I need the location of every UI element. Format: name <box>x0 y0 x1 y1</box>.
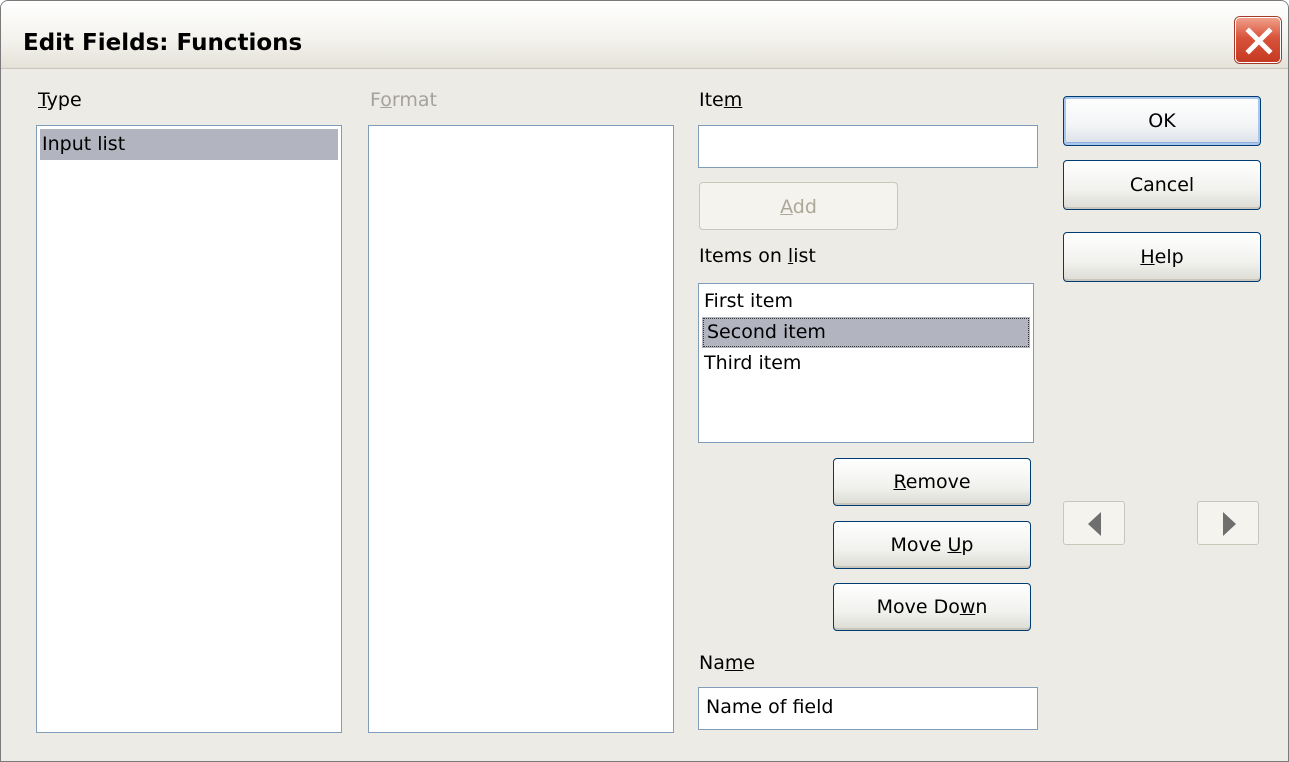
item-label: Item <box>699 89 743 111</box>
title-bar[interactable]: Edit Fields: Functions <box>1 1 1288 69</box>
close-button[interactable] <box>1235 17 1281 63</box>
format-listbox[interactable] <box>368 125 674 733</box>
arrow-right-icon <box>1223 512 1236 536</box>
list-item-third[interactable]: Third item <box>699 348 1033 379</box>
ok-button[interactable]: OK <box>1063 96 1261 146</box>
next-button[interactable] <box>1197 501 1259 545</box>
help-button[interactable]: Help <box>1063 232 1261 282</box>
type-label: Type <box>38 89 82 111</box>
format-label: Format <box>370 89 437 111</box>
list-item-second[interactable]: Second item <box>702 317 1030 348</box>
name-input[interactable]: Name of field <box>698 687 1038 730</box>
previous-button[interactable] <box>1063 501 1125 545</box>
items-on-list-listbox[interactable]: First item Second item Third item <box>698 283 1034 443</box>
name-label: Name <box>699 652 756 674</box>
type-list-item-input-list[interactable]: Input list <box>40 129 338 160</box>
move-up-button[interactable]: Move Up <box>833 521 1031 569</box>
item-input[interactable] <box>698 125 1038 168</box>
items-on-list-label: Items on list <box>699 245 816 267</box>
cancel-button[interactable]: Cancel <box>1063 160 1261 210</box>
type-listbox[interactable]: Input list <box>36 125 342 733</box>
arrow-left-icon <box>1088 512 1101 536</box>
list-item-first[interactable]: First item <box>699 286 1033 317</box>
dialog-title: Edit Fields: Functions <box>23 30 303 56</box>
edit-fields-dialog: Edit Fields: Functions Type Input list F… <box>0 0 1289 762</box>
move-down-button[interactable]: Move Down <box>833 583 1031 631</box>
remove-button[interactable]: Remove <box>833 458 1031 506</box>
close-icon <box>1245 27 1273 55</box>
add-button[interactable]: Add <box>699 182 898 230</box>
